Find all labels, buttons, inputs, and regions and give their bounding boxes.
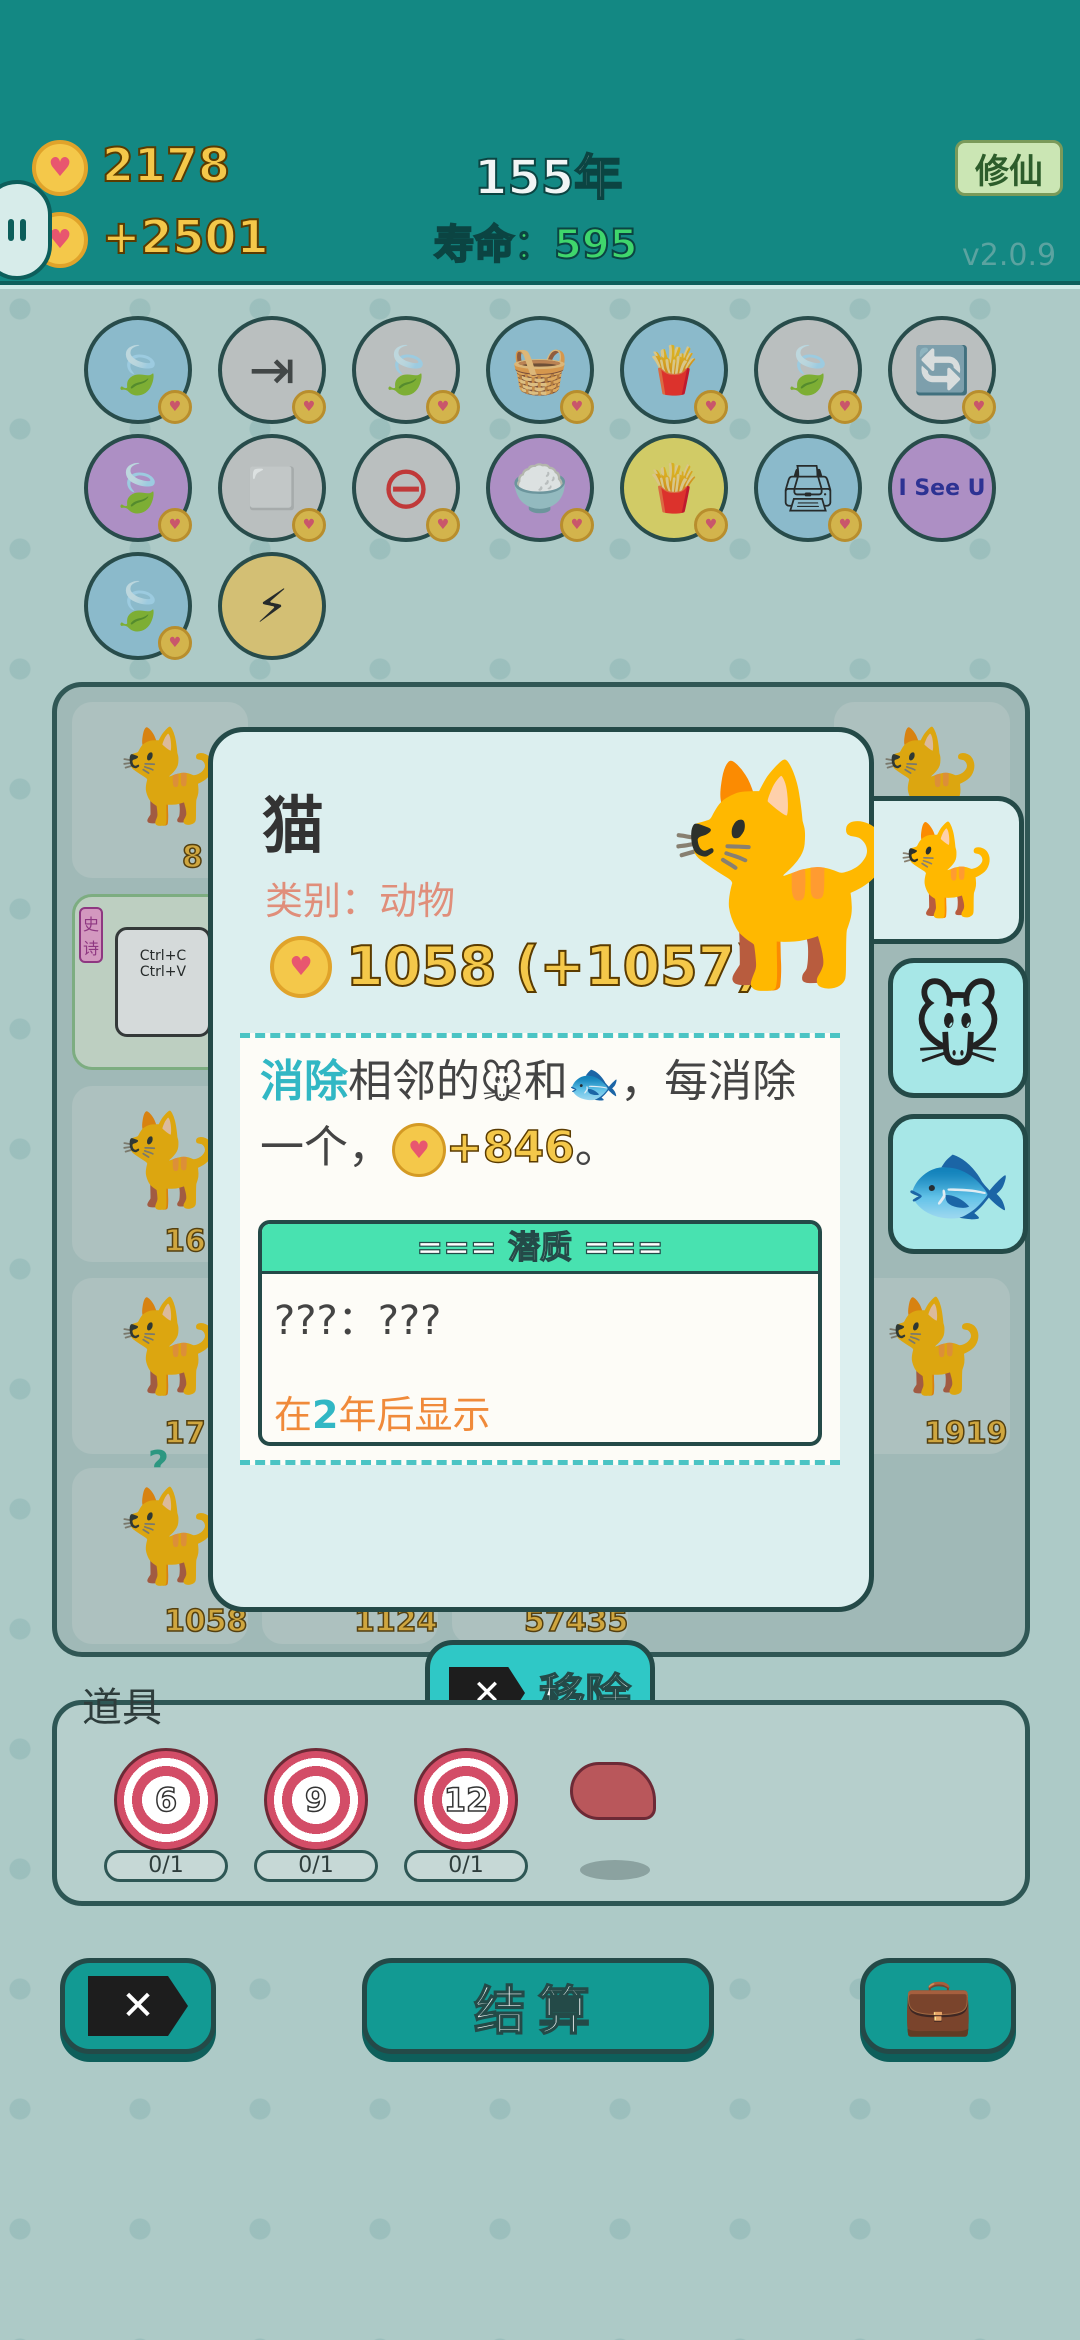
potential-panel: === 潜质 === ???：??? 在2年后显示 [258, 1220, 822, 1446]
cat-portrait-icon: 🐈 [650, 752, 912, 997]
xiuxian-button[interactable]: 修仙 [955, 140, 1063, 196]
desc-bonus: +846 [445, 1121, 575, 1174]
tool-count: 0/1 [404, 1850, 528, 1882]
potential-reveal-text: 在2年后显示 [274, 1393, 491, 1437]
item-category: 类别：动物 [265, 879, 456, 923]
cat-icon: 🐈 [891, 818, 1002, 921]
target-tool-icon[interactable]: 6 [114, 1748, 218, 1852]
coin-count: 2178 [101, 137, 231, 193]
potential-value: ???：??? [274, 1298, 442, 1344]
shadow [580, 1860, 650, 1880]
potential-title: === 潜质 === [262, 1224, 818, 1274]
mouse-icon: 🐭 [480, 1059, 524, 1108]
settle-label: 结算 [473, 1981, 602, 2043]
tab-fish[interactable]: 🐟 [888, 1114, 1028, 1254]
coin-icon: ♥ [270, 935, 332, 998]
item-description: 消除相邻的🐭和🐟，每消除一个， ♥ +846。 [260, 1050, 830, 1180]
item-title: 猫 [262, 789, 325, 862]
desc-text: 相邻的 [348, 1056, 480, 1107]
briefcase-icon: 💼 [903, 1974, 973, 2039]
lifespan-display: 寿命：595 [433, 221, 638, 269]
tools-title: 道具 [82, 1685, 162, 1731]
mouse-icon: 🐭 [912, 976, 1004, 1080]
target-tool-icon[interactable]: 9 [264, 1748, 368, 1852]
desc-text: 。 [574, 1122, 619, 1173]
income-count: +2501 [101, 209, 270, 265]
fish-icon: 🐟 [903, 1132, 1013, 1235]
year-display: 155年 [473, 149, 623, 207]
version-label: v2.0.9 [962, 238, 1057, 273]
target-tool-icon[interactable]: 12 [414, 1748, 518, 1852]
tab-cat[interactable]: 🐈 [874, 796, 1024, 944]
fish-icon: 🐟 [567, 1059, 621, 1108]
discard-button[interactable]: ✕ [60, 1958, 216, 2054]
settle-button[interactable]: 结算 [362, 1958, 714, 2054]
tool-count: 0/1 [254, 1850, 378, 1882]
desc-keyword: 消除 [260, 1056, 348, 1107]
tool-count: 0/1 [104, 1850, 228, 1882]
pause-button[interactable] [0, 180, 52, 280]
close-icon: ✕ [88, 1976, 188, 2036]
briefcase-button[interactable]: 💼 [860, 1958, 1016, 2054]
coin-icon: ♥ [32, 140, 88, 196]
coin-icon: ♥ [392, 1123, 446, 1177]
desc-text: 和 [523, 1056, 568, 1107]
tab-mouse[interactable]: 🐭 [888, 958, 1028, 1098]
